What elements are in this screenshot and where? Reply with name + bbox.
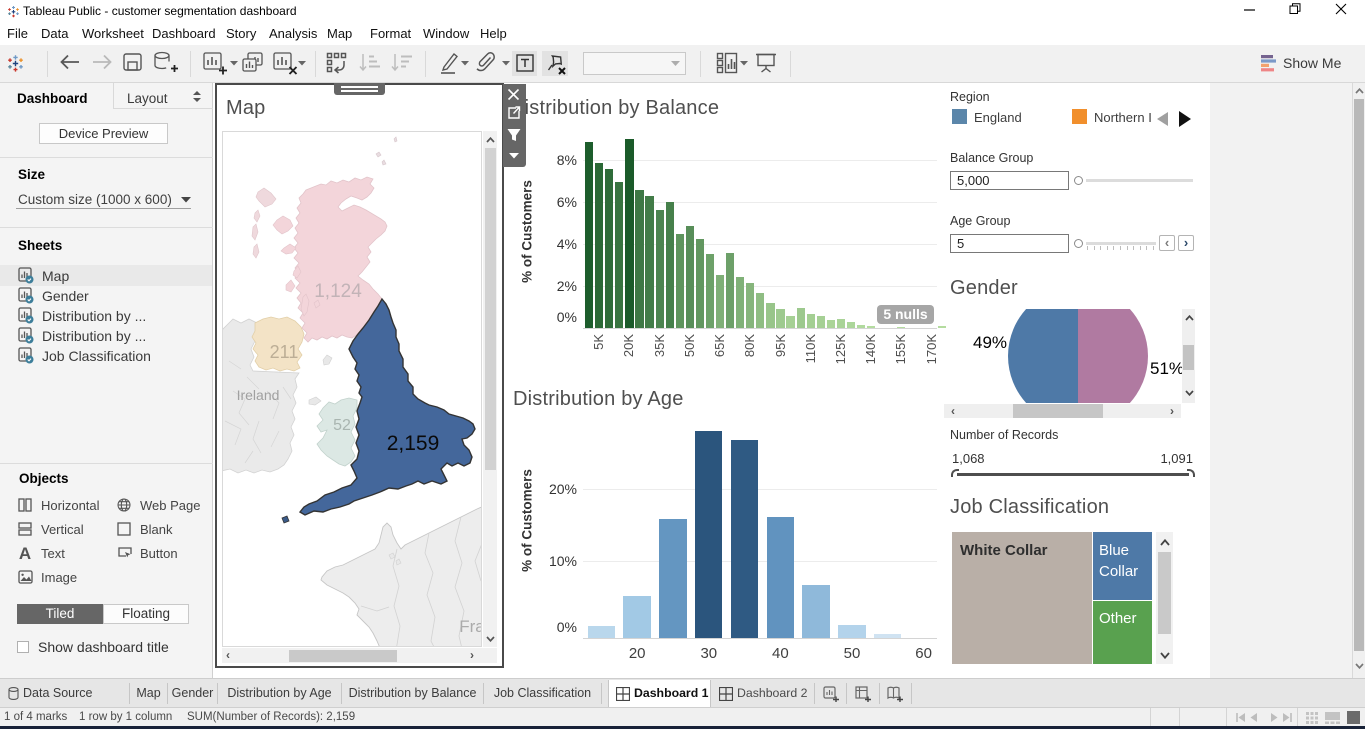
svg-text:Ireland: Ireland: [237, 387, 280, 403]
svg-text:211: 211: [270, 342, 299, 362]
svg-text:2,159: 2,159: [387, 432, 440, 455]
svg-text:52: 52: [333, 417, 351, 434]
svg-text:1,124: 1,124: [314, 281, 362, 302]
svg-text:Fra: Fra: [459, 617, 482, 636]
